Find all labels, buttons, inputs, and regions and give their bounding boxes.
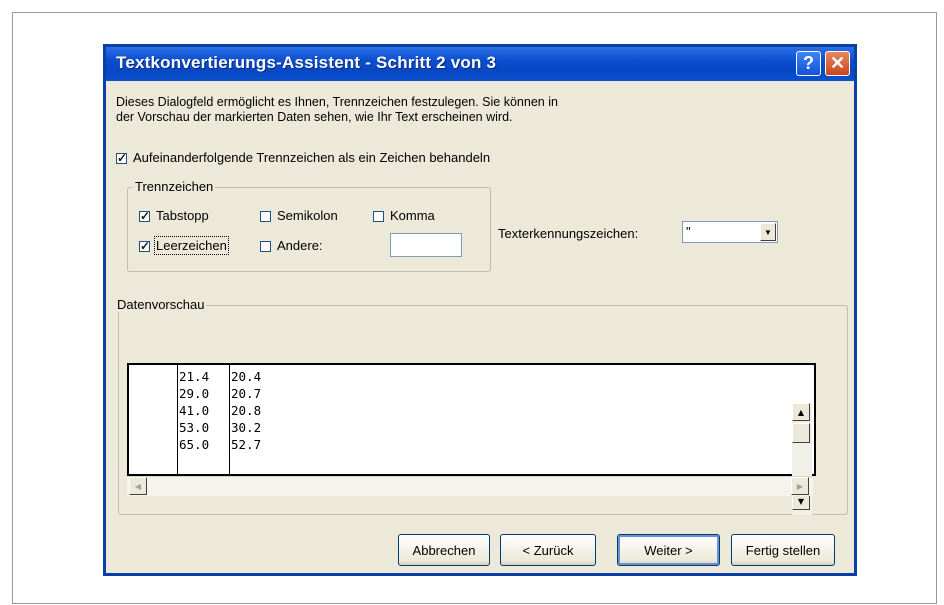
consecutive-delimiters-checkbox[interactable] [116,151,127,165]
text-qualifier-label: Texterkennungszeichen: [498,226,639,241]
tab-option[interactable]: Tabstopp [139,208,209,223]
comma-checkbox[interactable] [373,211,384,222]
help-button[interactable]: ? [796,51,821,76]
preview-cell: 30.2 [231,420,262,435]
text-qualifier-select[interactable]: " ▼ [682,221,778,243]
horizontal-scrollbar[interactable]: ◀ ▶ [127,476,813,496]
consecutive-delimiters-option[interactable]: Aufeinanderfolgende Trennzeichen als ein… [116,150,490,165]
preview-cell: 65.0 [179,437,210,452]
scroll-right-icon[interactable]: ▶ [791,477,809,495]
space-checkbox[interactable] [139,239,150,253]
scroll-up-icon[interactable]: ▲ [792,403,810,421]
intro-text: Dieses Dialogfeld ermöglicht es Ihnen, T… [116,95,558,125]
column-divider[interactable] [229,365,230,474]
dialog-title: Textkonvertierungs-Assistent - Schritt 2… [116,53,497,72]
preview-cell: 52.7 [231,437,262,452]
comma-option[interactable]: Komma [373,208,435,223]
scroll-left-icon[interactable]: ◀ [129,477,147,495]
data-preview-box[interactable]: 21.4 20.4 29.0 20.7 41.0 20.8 53.0 30.2 65.0 52.7 [127,363,816,476]
column-divider[interactable] [177,365,178,474]
next-button[interactable]: Weiter > [617,534,720,566]
preview-cell: 20.4 [231,369,262,384]
tab-checkbox[interactable] [139,209,150,223]
close-icon: ✕ [829,53,846,73]
other-delimiter-input[interactable] [390,233,462,257]
comma-label: Komma [390,208,435,223]
scroll-thumb[interactable] [792,423,810,443]
delimiters-group-label: Trennzeichen [133,179,216,194]
consecutive-delimiters-label: Aufeinanderfolgende Trennzeichen als ein… [133,150,491,165]
text-qualifier-value: " [686,224,691,239]
delimiters-group: Trennzeichen [127,179,491,272]
space-label: Leerzeichen [154,236,229,255]
semicolon-checkbox[interactable] [260,211,271,222]
cancel-button[interactable]: Abbrechen [398,534,490,566]
finish-button[interactable]: Fertig stellen [731,534,835,566]
other-checkbox[interactable] [260,241,271,252]
semicolon-label: Semikolon [277,208,338,223]
preview-cell: 41.0 [179,403,210,418]
text-import-wizard-dialog: Textkonvertierungs-Assistent - Schritt 2… [103,44,857,576]
semicolon-option[interactable]: Semikolon [260,208,338,223]
vertical-scrollbar[interactable]: ▲ ▼ [792,403,812,515]
data-preview-label: Datenvorschau [115,297,207,312]
preview-cell: 20.7 [231,386,262,401]
question-mark-icon: ? [803,53,814,73]
preview-cell: 20.8 [231,403,262,418]
space-option[interactable]: Leerzeichen [139,236,229,255]
intro-line-1: Dieses Dialogfeld ermöglicht es Ihnen, T… [116,95,558,109]
close-button[interactable]: ✕ [825,51,850,76]
dropdown-arrow-icon[interactable]: ▼ [760,223,776,241]
tab-label: Tabstopp [156,208,209,223]
preview-cell: 53.0 [179,420,210,435]
preview-cell: 21.4 [179,369,210,384]
other-label: Andere: [277,238,323,253]
preview-cell: 29.0 [179,386,210,401]
back-button[interactable]: < Zurück [500,534,596,566]
other-option[interactable]: Andere: [260,238,323,253]
title-bar[interactable]: Textkonvertierungs-Assistent - Schritt 2… [106,47,854,81]
intro-line-2: der Vorschau der markierten Daten sehen,… [116,110,513,124]
